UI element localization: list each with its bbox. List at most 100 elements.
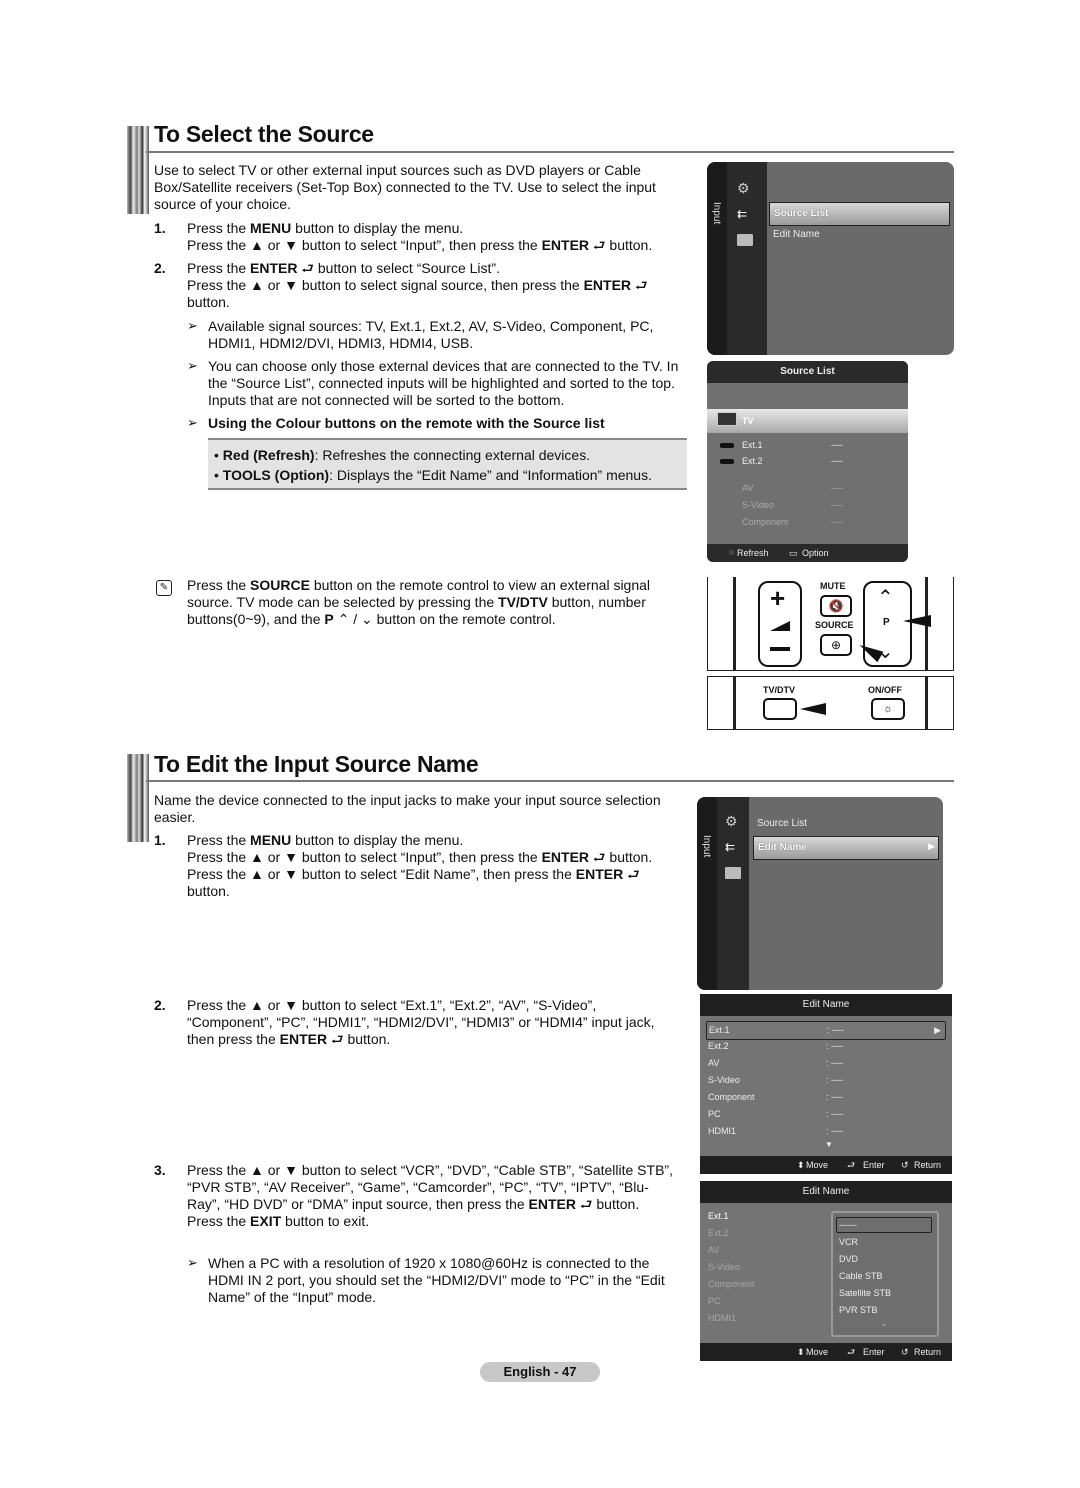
- note-arrow-icon: ➢: [187, 318, 198, 333]
- source-list-footer: Refresh ▭ Option: [707, 544, 908, 562]
- screen-icon[interactable]: [725, 867, 741, 879]
- red-button-icon: [729, 550, 734, 555]
- pointer-arrow-icon: [903, 615, 931, 627]
- volume-level-icon: [770, 621, 790, 631]
- menu-category-bar: [707, 162, 727, 355]
- enter-icon: ⮐: [579, 1196, 593, 1212]
- enter-icon: ⮐: [847, 1160, 856, 1170]
- scroll-down-icon[interactable]: ⌄: [881, 1319, 888, 1328]
- option-label[interactable]: Option: [802, 544, 829, 562]
- device-icon: [720, 443, 734, 448]
- name-dropdown[interactable]: ------ VCR DVD Cable STB Satellite STB P…: [831, 1211, 939, 1337]
- dropdown-option[interactable]: DVD: [839, 1254, 858, 1264]
- remote-edge: [733, 677, 736, 729]
- source-row-ext1[interactable]: Ext.1 ----: [707, 437, 908, 454]
- page-number-footer: English - 47: [480, 1362, 600, 1382]
- volume-rocker[interactable]: +: [758, 581, 802, 667]
- remote-edge: [733, 577, 736, 670]
- tv-input-menu-source-list: Input ⚙ ⇇ Source List Edit Name: [707, 162, 954, 355]
- pointer-arrow-icon: [800, 703, 826, 715]
- menu-item-source-list[interactable]: Source List: [769, 202, 950, 226]
- enter-label: Enter: [863, 1160, 885, 1170]
- source-row-component[interactable]: Component ----: [707, 514, 908, 531]
- memo-icon: ✎: [156, 580, 172, 596]
- dropdown-option[interactable]: Cable STB: [839, 1271, 883, 1281]
- edit-row-hdmi1[interactable]: HDMI1 : ----: [706, 1123, 946, 1140]
- input-plug-icon[interactable]: ⇇: [737, 208, 753, 220]
- volume-down-icon: [770, 647, 790, 651]
- return-icon: ↺: [901, 1347, 909, 1357]
- volume-up-icon: +: [770, 583, 786, 613]
- input-plug-icon[interactable]: ⇇: [725, 841, 741, 853]
- menu-item-edit-name[interactable]: Edit Name: [753, 836, 939, 860]
- source-row-tv[interactable]: TV: [707, 409, 908, 433]
- edit-row-pc[interactable]: PC : ----: [706, 1106, 946, 1123]
- section-rule: [146, 151, 954, 153]
- box-item-tools: • TOOLS (Option): Displays the “Edit Nam…: [214, 467, 652, 483]
- onoff-label: ON/OFF: [868, 685, 902, 695]
- edit-row-svideo[interactable]: S-Video : ----: [706, 1072, 946, 1089]
- dropdown-option[interactable]: Satellite STB: [839, 1288, 891, 1298]
- settings-gear-icon[interactable]: ⚙: [725, 814, 741, 828]
- screen-icon[interactable]: [737, 234, 753, 246]
- edit-name-panel: Edit Name Ext.1 : ---- ▶ Ext.2 : ---- AV…: [700, 994, 952, 1174]
- source-row-av[interactable]: AV ----: [707, 480, 908, 497]
- section-title-edit-name: To Edit the Input Source Name: [154, 751, 479, 777]
- section1-note3: Using the Colour buttons on the remote w…: [208, 415, 605, 431]
- note-arrow-icon: ➢: [187, 415, 198, 430]
- move-icon: ⬍: [797, 1160, 805, 1170]
- scroll-down-icon[interactable]: ▼: [825, 1140, 833, 1149]
- enter-icon: ⮐: [301, 260, 314, 276]
- submenu-arrow-icon: ▶: [928, 841, 935, 851]
- step-number: 1.: [154, 832, 166, 848]
- source-button[interactable]: ⊕: [820, 634, 852, 656]
- section-bar-decoration: [127, 754, 149, 842]
- enter-icon: ⮐: [592, 849, 606, 865]
- menu-category-bar: [697, 797, 717, 990]
- return-label: Return: [914, 1160, 942, 1170]
- menu-category-label: Input: [711, 202, 722, 225]
- enter-icon: ⮐: [847, 1347, 856, 1357]
- edit-row-component[interactable]: Component : ----: [706, 1089, 946, 1106]
- section1-memo: Press the SOURCE button on the remote co…: [187, 577, 651, 627]
- source-row-ext2[interactable]: Ext.2 ----: [707, 453, 908, 470]
- move-label: Move: [806, 1347, 829, 1357]
- dropdown-option-selected[interactable]: ------: [836, 1217, 932, 1233]
- move-label: Move: [806, 1160, 829, 1170]
- enter-icon: ⮐: [627, 866, 640, 882]
- tv-input-menu-edit-name: Input ⚙ ⇇ Source List Edit Name ▶: [697, 797, 943, 990]
- edit-name-title: Edit Name: [700, 994, 952, 1016]
- return-label: Return: [914, 1347, 942, 1357]
- menu-item-source-list[interactable]: Source List: [753, 813, 939, 835]
- edit-row-av[interactable]: AV : ----: [706, 1055, 946, 1072]
- settings-gear-icon[interactable]: ⚙: [737, 181, 753, 195]
- section2-note1: When a PC with a resolution of 1920 x 10…: [208, 1255, 665, 1305]
- edit-name-footer: ⬍ Move ⮐ Enter ↺ Return: [700, 1343, 952, 1361]
- dropdown-option[interactable]: PVR STB: [839, 1305, 878, 1315]
- enter-icon: ⮐: [330, 1031, 344, 1047]
- source-row-svideo[interactable]: S-Video ----: [707, 497, 908, 514]
- menu-category-label: Input: [701, 835, 712, 858]
- device-icon: [720, 459, 734, 464]
- power-button[interactable]: ☼: [871, 698, 905, 720]
- edit-name-dropdown-panel: Edit Name Ext.1 Ext.2 AV S-Video Compone…: [700, 1181, 952, 1361]
- tv-icon: [717, 412, 737, 426]
- mute-button[interactable]: 🔇: [820, 595, 852, 617]
- enter-label: Enter: [863, 1347, 885, 1357]
- edit-row-ext2[interactable]: Ext.2 : ----: [706, 1038, 946, 1055]
- channel-p-label: P: [883, 617, 890, 628]
- section1-note2: You can choose only those external devic…: [208, 358, 679, 408]
- source-list-panel: Source List TV Ext.1 ---- Ext.2 ---- AV …: [707, 361, 908, 562]
- section2-step3: Press the ▲ or ▼ button to select “VCR”,…: [187, 1162, 673, 1229]
- tools-icon: ▭: [789, 548, 798, 558]
- tvdtv-label: TV/DTV: [763, 685, 796, 695]
- menu-item-edit-name[interactable]: Edit Name: [769, 224, 950, 246]
- colour-buttons-note-box: • Red (Refresh): Refreshes the connectin…: [208, 438, 687, 490]
- box-item-refresh: • Red (Refresh): Refreshes the connectin…: [214, 447, 591, 463]
- tvdtv-button[interactable]: [763, 698, 797, 720]
- source-label: SOURCE: [815, 620, 854, 630]
- dropdown-option[interactable]: VCR: [839, 1237, 858, 1247]
- refresh-label[interactable]: Refresh: [737, 544, 769, 562]
- return-icon: ↺: [901, 1160, 909, 1170]
- step-number: 3.: [154, 1162, 166, 1178]
